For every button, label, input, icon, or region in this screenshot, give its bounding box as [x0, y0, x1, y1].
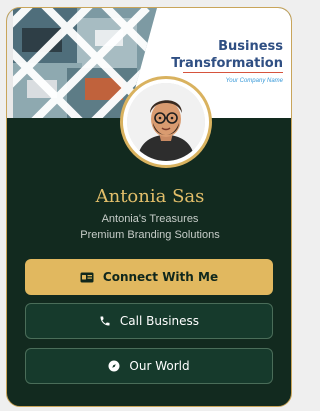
our-world-button[interactable]: Our World: [25, 348, 273, 384]
compass-icon: [108, 360, 120, 372]
profile-name: Antonia Sas: [95, 186, 205, 207]
banner-title-line2: Transformation: [171, 56, 283, 71]
avatar: [127, 83, 205, 161]
call-business-label: Call Business: [119, 314, 200, 328]
phone-icon: [100, 316, 110, 326]
avatar-frame: [120, 76, 212, 168]
business-tagline: Premium Branding Solutions: [80, 229, 220, 241]
avatar-illustration: [127, 83, 205, 161]
banner-title-line1: Business: [218, 39, 283, 54]
id-card-icon: [80, 272, 94, 282]
banner-company-name: Your Company Name: [225, 78, 283, 84]
business-card: Business Transformation Your Company Nam…: [6, 7, 292, 407]
call-business-button[interactable]: Call Business: [25, 303, 273, 339]
our-world-label: Our World: [129, 359, 190, 373]
banner-title: Business Transformation: [153, 38, 283, 72]
connect-button-label: Connect With Me: [102, 270, 219, 284]
business-name: Antonia's Treasures: [101, 213, 199, 225]
connect-button[interactable]: Connect With Me: [25, 259, 273, 295]
banner-divider: [183, 72, 283, 73]
